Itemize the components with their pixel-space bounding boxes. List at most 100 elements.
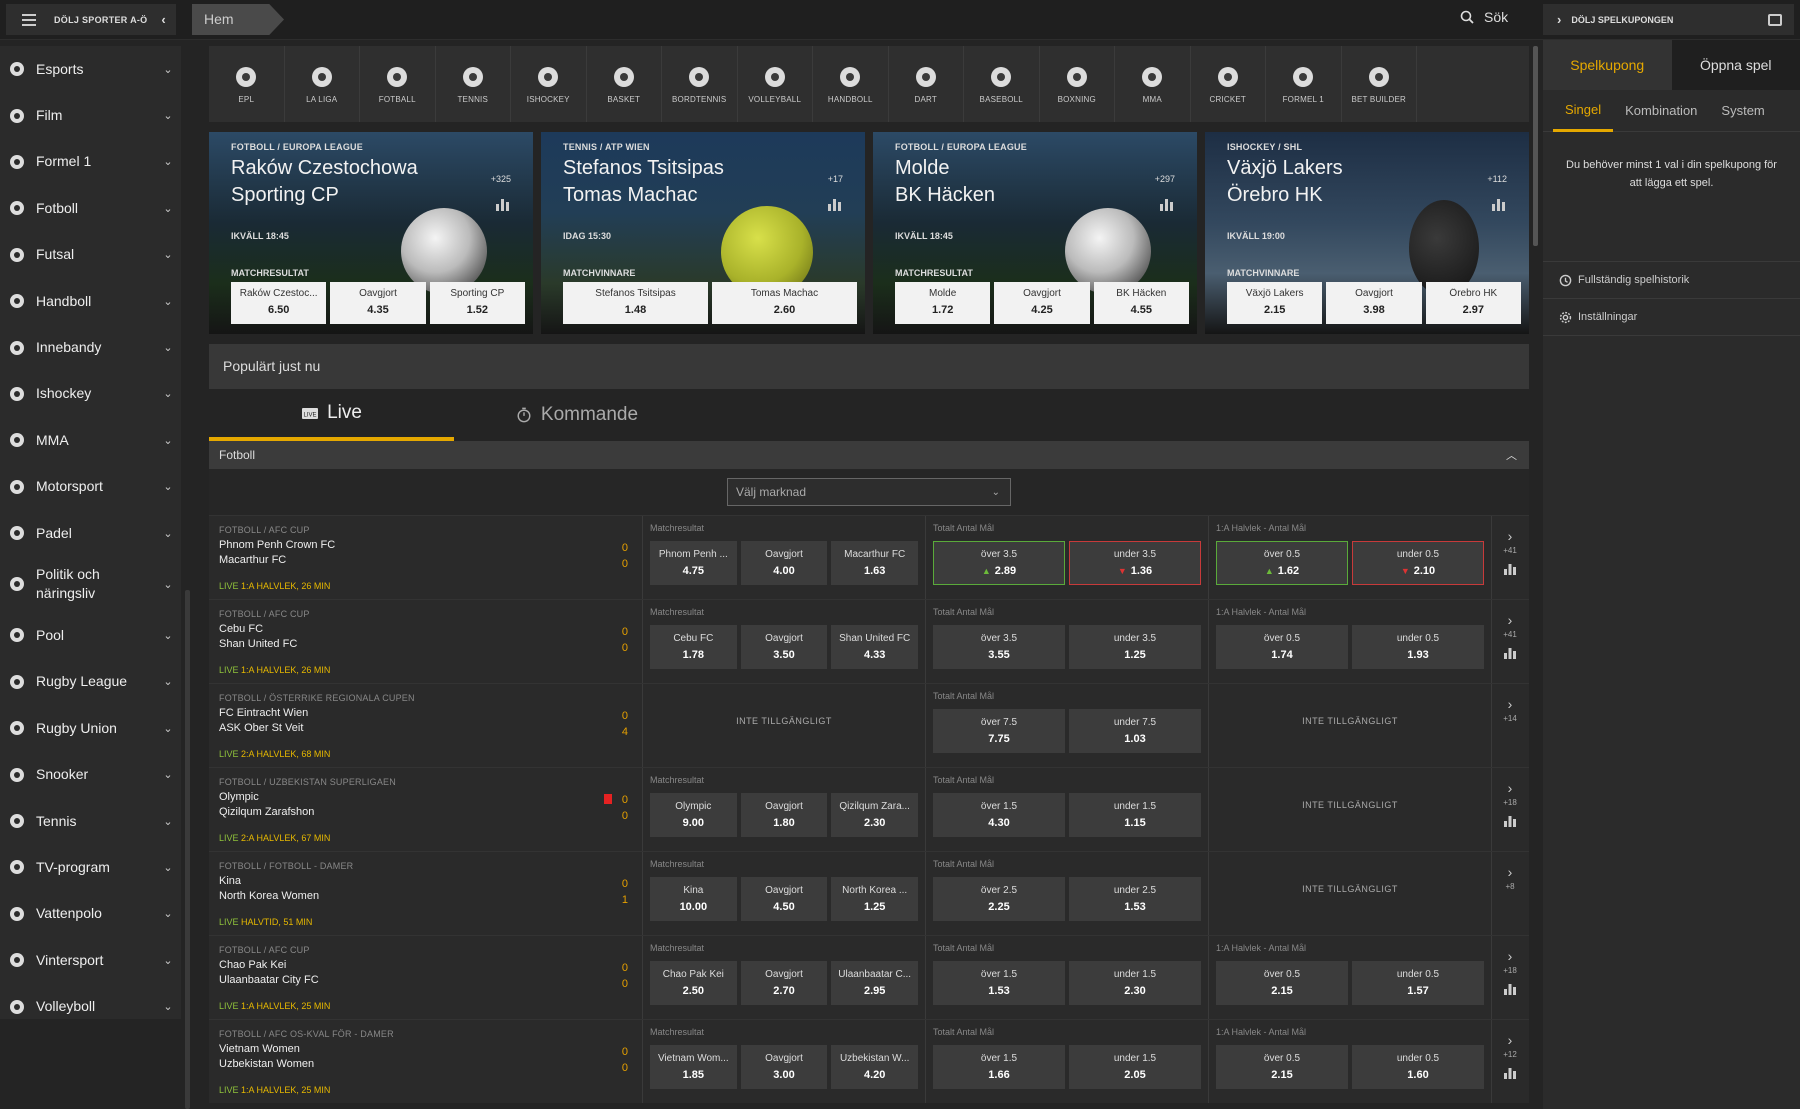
category-basket[interactable]: BASKET	[587, 46, 662, 122]
stats-icon[interactable]	[1504, 647, 1516, 659]
odds-button[interactable]: Qizilqum Zara... 2.30	[831, 793, 919, 837]
category-la-liga[interactable]: LA LIGA	[285, 46, 360, 122]
odds-button[interactable]: under 0.5 ▼ 2.10	[1352, 541, 1484, 585]
event-info[interactable]: FOTBOLL / ÖSTERRIKE REGIONALA CUPEN FC Ei…	[209, 684, 643, 767]
hide-sports-button[interactable]: DÖLJ SPORTER A-Ö ‹	[6, 4, 176, 35]
stats-icon[interactable]	[1491, 196, 1507, 212]
category-epl[interactable]: EPL	[209, 46, 285, 122]
market-select[interactable]: Välj marknad ⌄	[727, 478, 1011, 506]
sidebar-item-rugby-union[interactable]: Rugby Union ⌄	[0, 705, 181, 751]
featured-odds-button[interactable]: Raków Czestoc... 6.50	[231, 282, 327, 324]
stats-icon[interactable]	[1159, 196, 1175, 212]
sidebar-item-padel[interactable]: Padel ⌄	[0, 510, 181, 556]
tab-open-bets[interactable]: Öppna spel	[1671, 40, 1800, 90]
odds-button[interactable]: Oavgjort 2.70	[740, 961, 828, 1005]
category-boxning[interactable]: BOXNING	[1040, 46, 1115, 122]
event-more[interactable]: › +12	[1492, 1020, 1528, 1103]
sidebar-item-film[interactable]: Film ⌄	[0, 92, 181, 138]
featured-odds-button[interactable]: Sporting CP 1.52	[429, 282, 525, 324]
tab-single[interactable]: Singel	[1553, 90, 1614, 132]
chevron-down-icon[interactable]: ⌄	[155, 109, 181, 122]
odds-button[interactable]: Kina 10.00	[650, 877, 737, 921]
chevron-down-icon[interactable]: ⌄	[155, 861, 181, 874]
chevron-down-icon[interactable]: ⌄	[155, 954, 181, 967]
odds-button[interactable]: Olympic 9.00	[650, 793, 737, 837]
odds-button[interactable]: Vietnam Wom... 1.85	[650, 1045, 737, 1089]
sidebar-item-rugby-league[interactable]: Rugby League ⌄	[0, 659, 181, 705]
category-dart[interactable]: DART	[889, 46, 964, 122]
settings-link[interactable]: Inställningar	[1543, 299, 1800, 336]
odds-button[interactable]: Oavgjort 3.50	[740, 625, 828, 669]
chevron-down-icon[interactable]: ⌄	[155, 675, 181, 688]
stats-icon[interactable]	[1504, 1067, 1516, 1079]
section-football-header[interactable]: Fotboll ︿	[209, 441, 1529, 469]
odds-button[interactable]: över 2.5 2.25	[933, 877, 1065, 921]
sidebar-item-mma[interactable]: MMA ⌄	[0, 417, 181, 463]
category-formel-1[interactable]: FORMEL 1	[1266, 46, 1342, 122]
tab-live[interactable]: LIVE Live	[209, 389, 454, 441]
stats-icon[interactable]	[1504, 815, 1516, 827]
chevron-down-icon[interactable]: ⌄	[155, 155, 181, 168]
event-more[interactable]: › +18	[1492, 768, 1528, 851]
chevron-down-icon[interactable]: ⌄	[155, 63, 181, 76]
odds-button[interactable]: Macarthur FC 1.63	[831, 541, 919, 585]
tab-system[interactable]: System	[1709, 90, 1776, 132]
featured-odds-button[interactable]: Tomas Machac 2.60	[712, 282, 857, 324]
sidebar-item-volleyboll[interactable]: Volleyboll ⌄	[0, 983, 181, 1029]
category-cricket[interactable]: CRICKET	[1191, 46, 1266, 122]
chevron-down-icon[interactable]: ⌄	[155, 341, 181, 354]
featured-event-card[interactable]: ISHOCKEY / SHL Växjö Lakers Örebro HK +112 I…	[1205, 132, 1529, 334]
category-mma[interactable]: MMA	[1115, 46, 1191, 122]
odds-button[interactable]: Ulaanbaatar C... 2.95	[831, 961, 919, 1005]
odds-button[interactable]: under 0.5 1.93	[1352, 625, 1484, 669]
sidebar-item-tennis[interactable]: Tennis ⌄	[0, 798, 181, 844]
search-button[interactable]: Sök	[1460, 9, 1508, 25]
stats-icon[interactable]	[495, 196, 511, 212]
odds-button[interactable]: North Korea ... 1.25	[831, 877, 919, 921]
chevron-down-icon[interactable]: ⌄	[155, 295, 181, 308]
sidebar-item-handboll[interactable]: Handboll ⌄	[0, 278, 181, 324]
sidebar-item-politik-och-n-ringsliv[interactable]: Politik och näringsliv ⌄	[0, 556, 181, 612]
event-info[interactable]: FOTBOLL / FOTBOLL - DAMER Kina North Korea…	[209, 852, 643, 935]
event-more[interactable]: › +41	[1492, 600, 1528, 683]
odds-button[interactable]: över 7.5 7.75	[933, 709, 1065, 753]
chevron-down-icon[interactable]: ⌄	[155, 815, 181, 828]
odds-button[interactable]: Oavgjort 4.50	[740, 877, 828, 921]
tab-combination[interactable]: Kombination	[1613, 90, 1709, 132]
category-bordtennis[interactable]: BORDTENNIS	[662, 46, 738, 122]
featured-odds-button[interactable]: Oavgjort 4.25	[994, 282, 1090, 324]
sidebar-item-esports[interactable]: Esports ⌄	[0, 46, 181, 92]
featured-event-card[interactable]: FOTBOLL / EUROPA LEAGUE Raków Czestochowa…	[209, 132, 533, 334]
event-info[interactable]: FOTBOLL / AFC CUP Cebu FC Shan United FC 0 0…	[209, 600, 643, 683]
odds-button[interactable]: över 0.5 1.74	[1216, 625, 1348, 669]
odds-button[interactable]: under 0.5 1.60	[1352, 1045, 1484, 1089]
odds-button[interactable]: under 7.5 1.03	[1069, 709, 1201, 753]
featured-odds-button[interactable]: Oavgjort 3.98	[1326, 282, 1422, 324]
odds-button[interactable]: under 2.5 1.53	[1069, 877, 1201, 921]
featured-event-card[interactable]: FOTBOLL / EUROPA LEAGUE Molde BK Häcken +29…	[873, 132, 1197, 334]
featured-odds-button[interactable]: Stefanos Tsitsipas 1.48	[563, 282, 708, 324]
odds-button[interactable]: under 0.5 1.57	[1352, 961, 1484, 1005]
odds-button[interactable]: under 3.5 ▼ 1.36	[1069, 541, 1201, 585]
chevron-down-icon[interactable]: ⌄	[155, 629, 181, 642]
chevron-down-icon[interactable]: ⌄	[155, 387, 181, 400]
category-bet-builder[interactable]: BET BUILDER	[1342, 46, 1417, 122]
sidebar-item-snooker[interactable]: Snooker ⌄	[0, 751, 181, 797]
odds-button[interactable]: Shan United FC 4.33	[831, 625, 919, 669]
bet-history-link[interactable]: Fullständig spelhistorik	[1543, 262, 1800, 299]
event-info[interactable]: FOTBOLL / UZBEKISTAN SUPERLIGAEN Olympic Q…	[209, 768, 643, 851]
event-info[interactable]: FOTBOLL / AFC OS-KVAL FÖR - DAMER Vietnam…	[209, 1020, 643, 1103]
odds-button[interactable]: över 3.5 ▲ 2.89	[933, 541, 1065, 585]
odds-button[interactable]: under 1.5 2.30	[1069, 961, 1201, 1005]
odds-button[interactable]: under 1.5 1.15	[1069, 793, 1201, 837]
sidebar-item-pool[interactable]: Pool ⌄	[0, 612, 181, 658]
odds-button[interactable]: under 3.5 1.25	[1069, 625, 1201, 669]
stats-icon[interactable]	[827, 196, 843, 212]
featured-odds-button[interactable]: Oavgjort 4.35	[330, 282, 426, 324]
odds-button[interactable]: över 0.5 2.15	[1216, 961, 1348, 1005]
odds-button[interactable]: Oavgjort 3.00	[740, 1045, 828, 1089]
odds-button[interactable]: Cebu FC 1.78	[650, 625, 737, 669]
featured-odds-button[interactable]: Växjö Lakers 2.15	[1227, 282, 1323, 324]
featured-odds-button[interactable]: Örebro HK 2.97	[1425, 282, 1521, 324]
odds-button[interactable]: över 0.5 ▲ 1.62	[1216, 541, 1348, 585]
